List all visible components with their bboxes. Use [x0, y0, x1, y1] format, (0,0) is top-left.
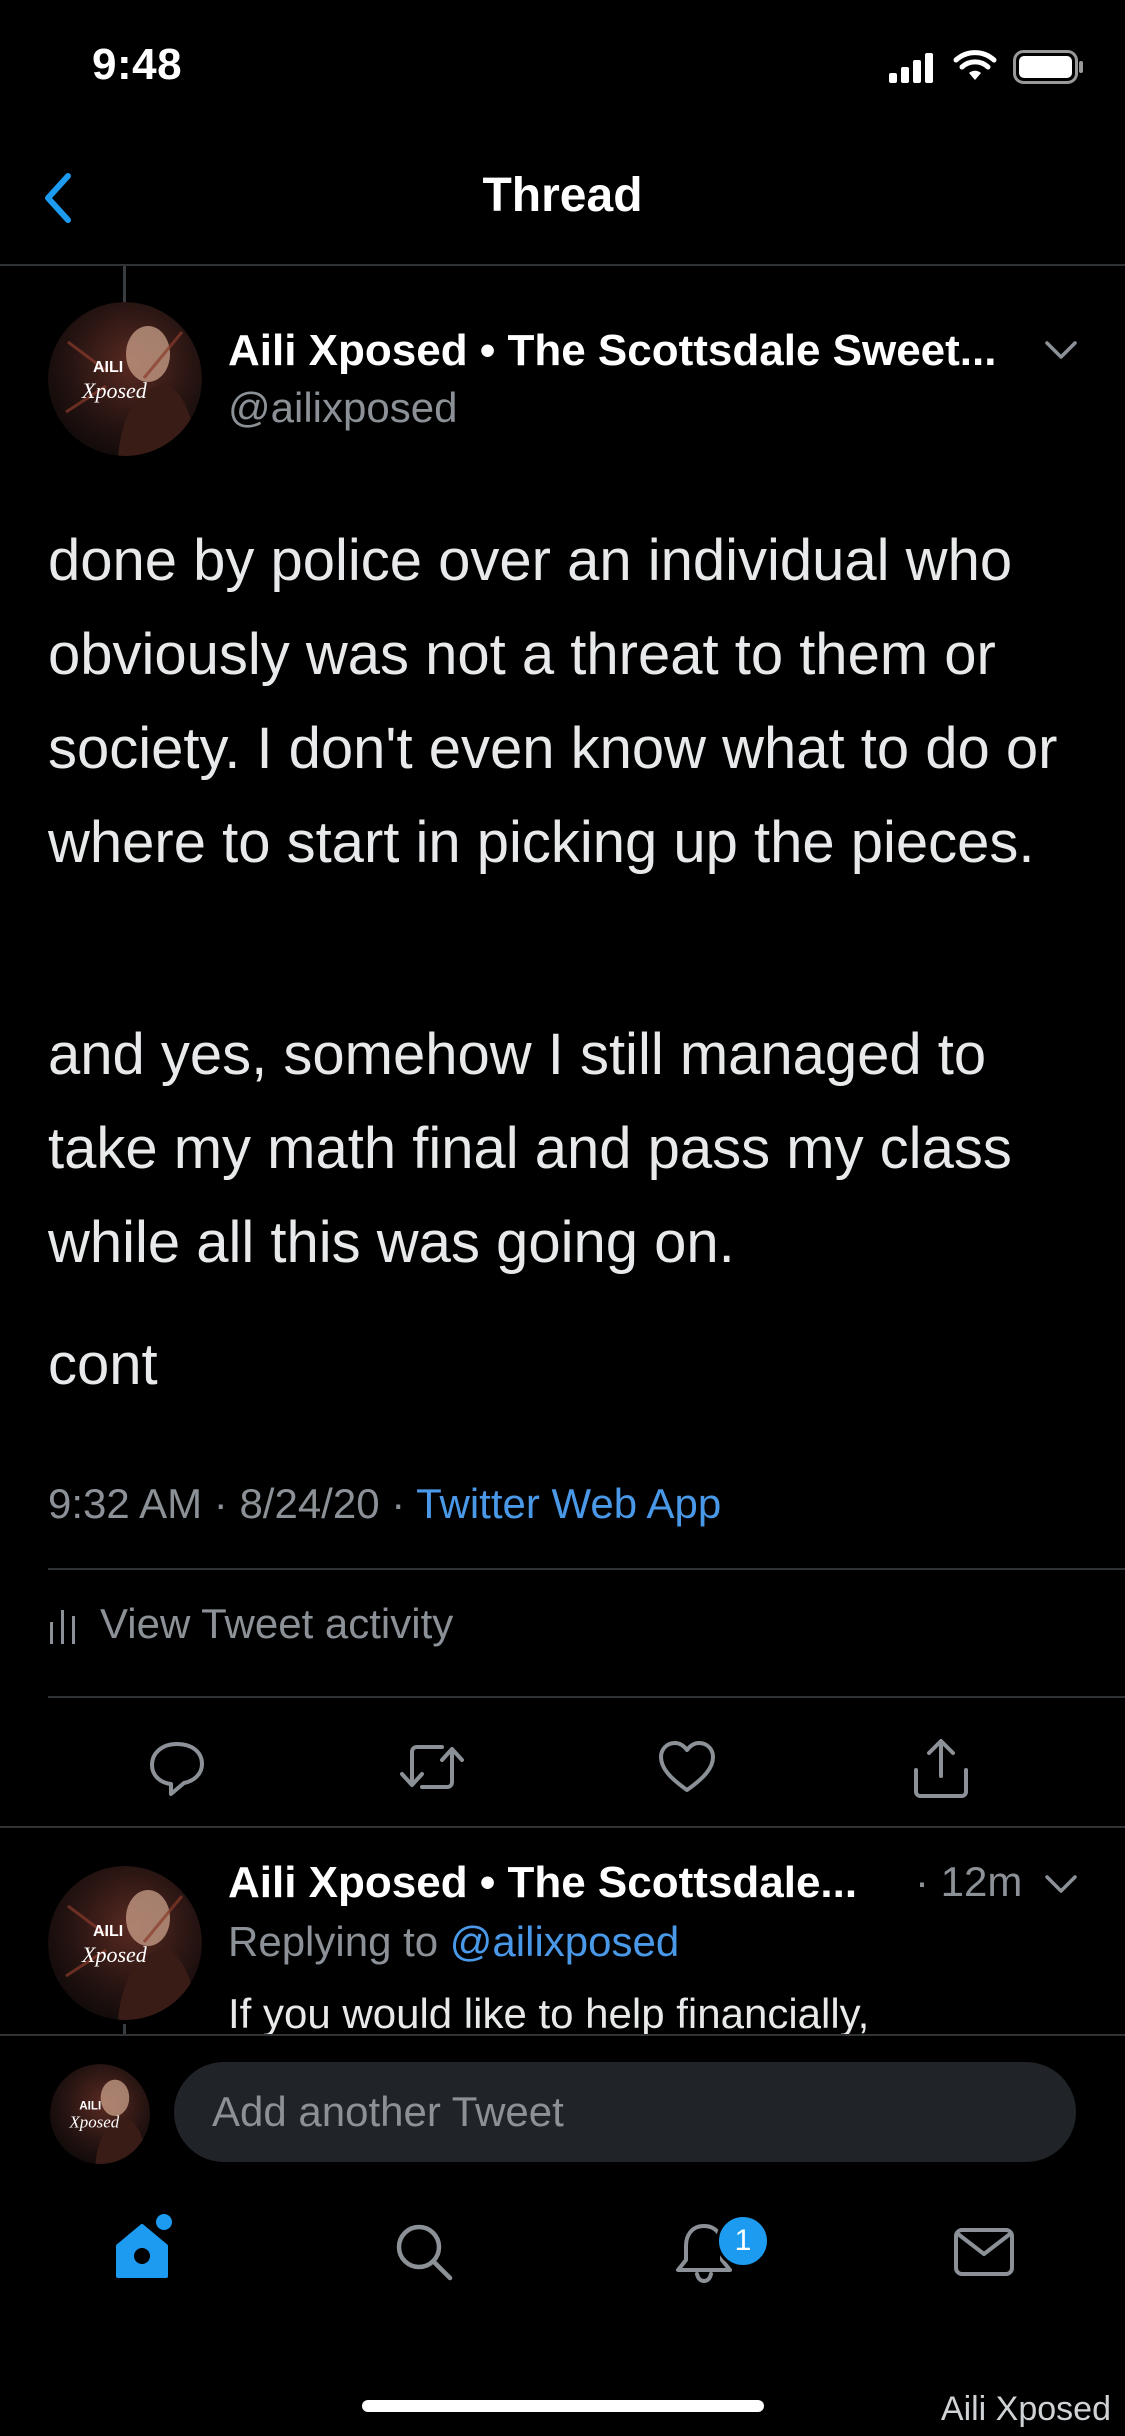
tab-search[interactable]: [392, 2220, 456, 2284]
watermark: Aili Xposed: [940, 2390, 1111, 2428]
tweet-text-paragraph: done by police over an individual who ob…: [48, 528, 1058, 875]
share-icon: [914, 1739, 968, 1798]
svg-text:Xposed: Xposed: [68, 2113, 119, 2132]
reply-icon: [150, 1742, 204, 1796]
author-avatar[interactable]: AILI Xposed: [48, 302, 202, 456]
compose-avatar[interactable]: AILI Xposed: [50, 2064, 150, 2164]
meta-divider: [48, 1568, 1125, 1570]
author-handle[interactable]: @ailixposed: [228, 384, 457, 432]
activity-label: View Tweet activity: [100, 1600, 454, 1647]
search-icon: [396, 2224, 453, 2281]
author-name[interactable]: Aili Xposed • The Scottsdale Sweet...: [228, 326, 996, 376]
reply-text[interactable]: If you would like to help financially,: [228, 1990, 869, 2034]
battery-icon: [1013, 50, 1085, 84]
page-title: Thread: [482, 169, 643, 222]
home-new-indicator: [156, 2214, 172, 2230]
cellular-signal-icon: [889, 51, 937, 83]
analytics-bars-icon: [50, 1610, 75, 1644]
heart-icon: [659, 1741, 715, 1792]
meta-separator: ·: [379, 1480, 417, 1527]
status-time: 9:48: [92, 40, 183, 89]
tweet-text-paragraph: cont: [48, 1332, 158, 1397]
wifi-icon: [953, 50, 997, 84]
svg-text:AILI: AILI: [79, 2099, 101, 2112]
tweet-menu-button[interactable]: [1044, 338, 1078, 362]
status-icons: [889, 50, 1085, 84]
tweet-time: 9:32 AM: [48, 1480, 203, 1527]
add-tweet-placeholder: Add another Tweet: [212, 2088, 564, 2135]
tweet-text-paragraph: and yes, somehow I still managed to take…: [48, 1022, 1012, 1275]
tweet-date: 8/24/20: [239, 1480, 380, 1527]
view-tweet-activity-button[interactable]: View Tweet activity: [48, 1600, 453, 1648]
home-indicator[interactable]: [362, 2400, 764, 2412]
tab-messages[interactable]: [952, 2220, 1016, 2284]
compose-divider: [0, 2034, 1125, 2036]
tweet-source-link[interactable]: Twitter Web App: [416, 1480, 721, 1527]
nav-divider: [0, 264, 1125, 266]
svg-text:AILI: AILI: [93, 359, 123, 376]
thread-connector-line: [123, 266, 126, 302]
retweet-icon: [400, 1745, 464, 1789]
chevron-down-icon: [1045, 341, 1077, 359]
reply-text-clip: If you would like to help financially,: [0, 1856, 1125, 2034]
thread-connector-line: [123, 2024, 126, 2034]
add-tweet-input[interactable]: Add another Tweet: [174, 2062, 1076, 2162]
like-button[interactable]: [656, 1736, 718, 1798]
tweet-divider: [0, 1826, 1125, 1828]
activity-divider: [48, 1696, 1125, 1698]
mail-icon: [954, 2228, 1014, 2276]
share-button[interactable]: [910, 1736, 972, 1800]
meta-separator: ·: [202, 1480, 240, 1527]
tweet-meta: 9:32 AM · 8/24/20 · Twitter Web App: [48, 1480, 721, 1528]
svg-text:Xposed: Xposed: [81, 378, 148, 403]
retweet-button[interactable]: [398, 1736, 466, 1798]
notifications-badge: 1: [716, 2214, 770, 2268]
reply-button[interactable]: [146, 1736, 208, 1798]
